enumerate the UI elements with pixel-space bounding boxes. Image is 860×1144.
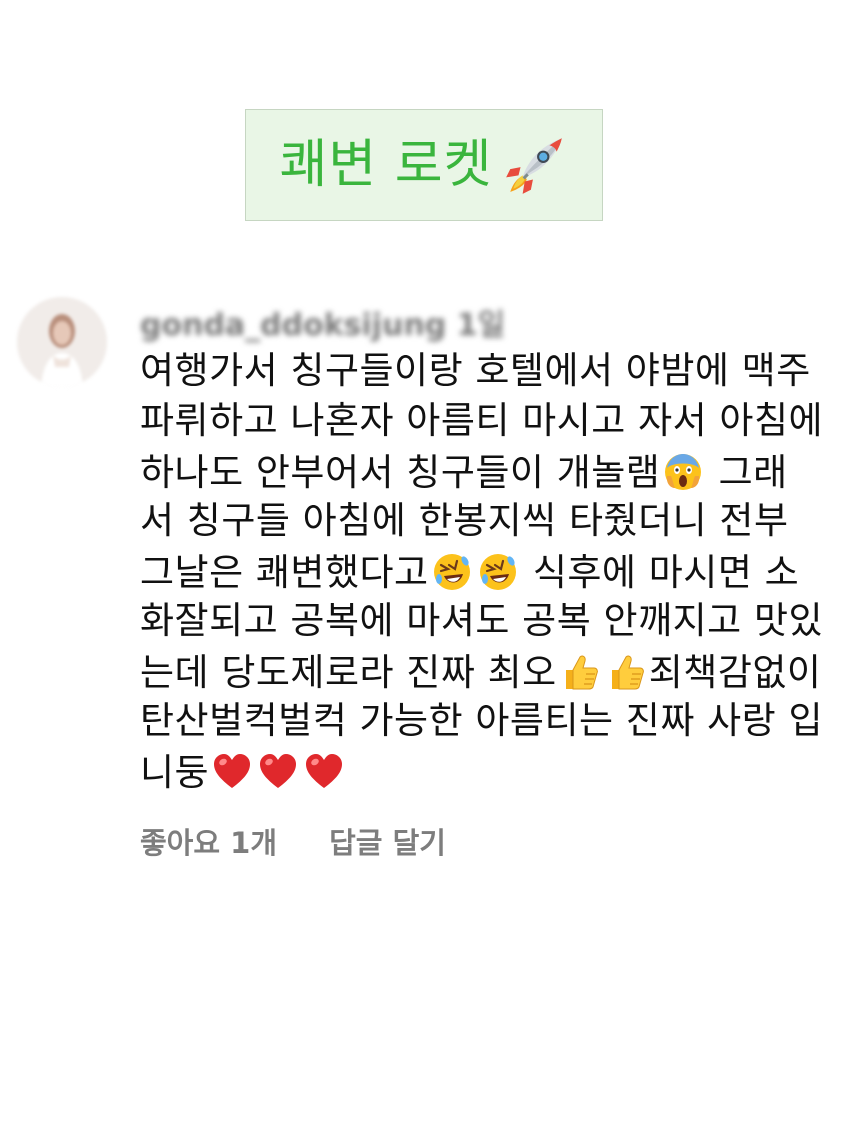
comment-author-username[interactable]: gonda_ddoksijung 1일 [140, 300, 505, 344]
reply-button[interactable]: 답글 달기 [329, 826, 446, 860]
comment-text-segment: 파뤼하고 나혼자 아름티 마시고 자서 아침에 [140, 399, 824, 442]
comment-line: 니둥 [140, 752, 347, 792]
comment-line: 화잘되고 공복에 마셔도 공복 안깨지고 맛있 [140, 602, 823, 639]
thumbs-up-icon [560, 652, 600, 692]
thumbs-up-icon [606, 652, 646, 692]
red-heart-icon [212, 752, 252, 792]
comment-line: 하나도 안부어서 칭구들이 개놀램 그래 [140, 452, 788, 492]
comment-text-segment: 는데 당도제로라 진짜 최오 [140, 651, 557, 694]
avatar[interactable] [17, 297, 107, 387]
comment-text-segment: 죄책감없이 [648, 651, 822, 694]
comment-text-segment: 서 칭구들 아침에 한봉지씩 타줬더니 전부 [140, 499, 789, 542]
title-banner: 쾌변 로켓 [245, 109, 603, 221]
like-count[interactable]: 좋아요 1개 [140, 826, 277, 860]
comment-text-segment: 탄산벌컥벌컥 가능한 아름티는 진짜 사랑 입 [140, 699, 824, 742]
comment-line: 그날은 쾌변했다고 식후에 마시면 소 [140, 552, 799, 592]
comment-text-segment: 니둥 [140, 751, 210, 794]
comment-line: 여행가서 칭구들이랑 호텔에서 야밤에 맥주 [140, 352, 811, 389]
comment-line: 는데 당도제로라 진짜 최오 죄책감없이 [140, 652, 821, 692]
red-heart-icon [258, 752, 298, 792]
red-heart-icon [304, 752, 344, 792]
screaming-face-icon [663, 452, 703, 492]
comment-text-segment: 그래 [706, 451, 788, 494]
rolling-laughing-icon [478, 552, 518, 592]
comment-actions: 좋아요 1개 답글 달기 [140, 820, 446, 862]
rolling-laughing-icon [432, 552, 472, 592]
comment-line: 파뤼하고 나혼자 아름티 마시고 자서 아침에 [140, 402, 823, 439]
comment-time: 1일 [456, 308, 506, 343]
comment-text-segment: 그날은 쾌변했다고 [140, 551, 429, 594]
comment-text-segment: 화잘되고 공복에 마셔도 공복 안깨지고 맛있 [140, 599, 824, 642]
username-text[interactable]: gonda_ddoksijung [140, 308, 446, 343]
comment-text-segment: 하나도 안부어서 칭구들이 개놀램 [140, 451, 661, 494]
rocket-icon [506, 138, 563, 194]
avatar-photo [17, 297, 107, 387]
comment-line: 서 칭구들 아침에 한봉지씩 타줬더니 전부 [140, 502, 789, 539]
banner-title: 쾌변 로켓 [279, 135, 493, 195]
comment-text-segment: 식후에 마시면 소 [520, 551, 800, 594]
comment-line: 탄산벌컥벌컥 가능한 아름티는 진짜 사랑 입 [140, 702, 823, 739]
comment-text-segment: 여행가서 칭구들이랑 호텔에서 야밤에 맥주 [140, 349, 811, 392]
